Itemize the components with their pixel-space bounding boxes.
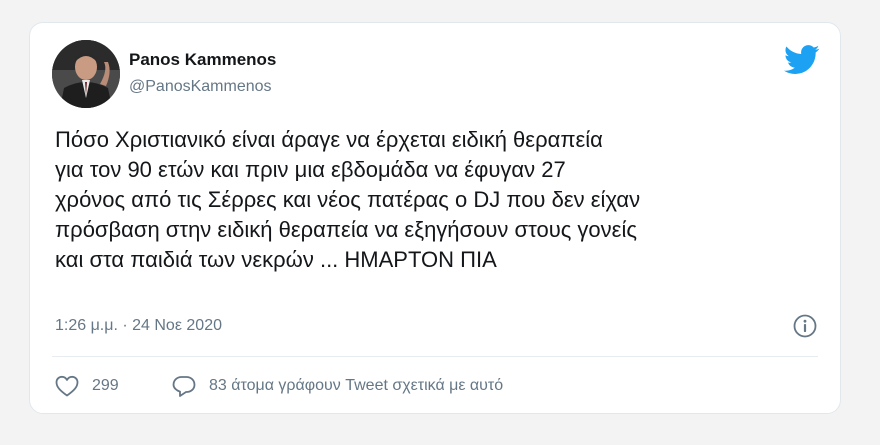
author-handle[interactable]: @PanosKammenos [129,78,272,96]
reply-button[interactable]: 83 άτομα γράφουν Tweet σχετικά με αυτό [171,374,503,398]
tweet-text-line: για τον 90 ετών και πριν μια εβδομάδα να… [55,157,566,182]
author-name[interactable]: Panos Kammenos [129,50,276,70]
tweet-text-line: πρόσβαση στην ειδική θεραπεία να εξηγήσο… [55,217,637,242]
twitter-bird-icon[interactable] [784,45,820,75]
tweet-timestamp[interactable]: 1:26 μ.μ. · 24 Νοε 2020 [55,317,222,335]
speech-bubble-icon [172,376,196,397]
tweet-text-line: χρόνος από τις Σέρρες και νέος πατέρας ο… [55,187,641,212]
like-button[interactable]: 299 [54,374,119,398]
tweet-text-line: και στα παιδιά των νεκρών ... ΗΜΑΡΤΟΝ ΠΙ… [55,247,497,272]
divider [52,356,818,357]
like-count: 299 [92,377,119,394]
tweet-text: Πόσο Χριστιανικό είναι άραγε να έρχεται … [55,125,825,275]
avatar[interactable] [52,40,120,108]
tweet-text-line: Πόσο Χριστιανικό είναι άραγε να έρχεται … [55,127,603,152]
reply-count-text: 83 άτομα γράφουν Tweet σχετικά με αυτό [209,377,504,394]
heart-icon [55,375,79,397]
info-icon[interactable] [792,313,818,339]
tweet-card: Panos Kammenos @PanosKammenos Πόσο Χριστ… [29,22,841,414]
